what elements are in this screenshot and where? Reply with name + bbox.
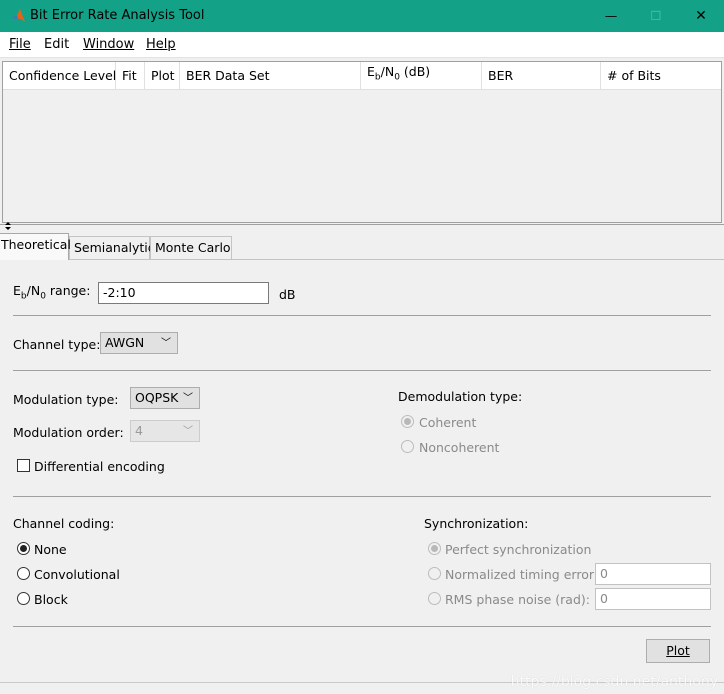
differential-encoding-label: Differential encoding xyxy=(34,459,165,474)
column-num-bits[interactable]: # of Bits xyxy=(601,62,721,90)
title-bar: Bit Error Rate Analysis Tool — ☐ ✕ xyxy=(0,0,724,32)
column-plot[interactable]: Plot xyxy=(145,62,180,90)
splitter-arrows-icon xyxy=(5,222,11,230)
table-header: Confidence Level Fit Plot BER Data Set E… xyxy=(3,62,721,90)
rms-phase-noise-input[interactable]: 0 xyxy=(595,588,711,610)
plot-button-label: Plot xyxy=(666,643,690,658)
column-fit[interactable]: Fit xyxy=(116,62,145,90)
modulation-order-label: Modulation order: xyxy=(13,425,124,440)
channel-type-label: Channel type: xyxy=(13,337,101,352)
demodulation-type-label: Demodulation type: xyxy=(398,389,523,404)
chevron-down-icon: ﹀ xyxy=(183,393,193,404)
rms-phase-noise-radio[interactable] xyxy=(428,592,441,605)
results-table[interactable]: Confidence Level Fit Plot BER Data Set E… xyxy=(2,61,722,223)
menu-file[interactable]: File xyxy=(9,37,31,52)
matlab-icon xyxy=(10,8,26,24)
column-confidence-level[interactable]: Confidence Level xyxy=(3,62,116,90)
ebno-range-e: E xyxy=(13,283,21,298)
column-ber[interactable]: BER xyxy=(482,62,601,90)
synchronization-label: Synchronization: xyxy=(424,516,529,531)
divider xyxy=(13,315,711,316)
coding-convolutional-label: Convolutional xyxy=(34,567,120,582)
menu-edit-label: Edit xyxy=(44,37,70,52)
coherent-radio[interactable] xyxy=(401,415,414,428)
channel-type-select[interactable]: AWGN ﹀ xyxy=(100,332,178,354)
plot-button[interactable]: Plot xyxy=(646,639,710,663)
noncoherent-label: Noncoherent xyxy=(419,440,500,455)
coding-block-radio[interactable] xyxy=(17,592,30,605)
coding-convolutional-radio[interactable] xyxy=(17,567,30,580)
divider xyxy=(13,626,711,627)
menu-edit[interactable]: Edit xyxy=(44,37,69,52)
rms-phase-noise-label: RMS phase noise (rad): xyxy=(445,592,590,607)
watermark: https://blog.csdn.net/anthony xyxy=(510,674,718,690)
tab-monte-carlo[interactable]: Monte Carlo xyxy=(150,236,232,259)
differential-encoding-checkbox[interactable] xyxy=(17,459,30,472)
radio-dot xyxy=(431,545,438,552)
tab-theoretical[interactable]: Theoretical xyxy=(0,233,71,260)
coding-block-label: Block xyxy=(34,592,68,607)
coding-none-radio[interactable] xyxy=(17,542,30,555)
timing-error-input[interactable]: 0 xyxy=(595,563,711,585)
close-button[interactable]: ✕ xyxy=(678,0,724,32)
minimize-button[interactable]: — xyxy=(588,0,634,32)
timing-error-label: Normalized timing error: xyxy=(445,567,598,582)
modulation-type-value: OQPSK xyxy=(135,390,179,405)
chevron-down-icon: ﹀ xyxy=(183,426,193,437)
column-ber-data-set[interactable]: BER Data Set xyxy=(180,62,361,90)
ebno-n: /N xyxy=(380,64,395,79)
divider xyxy=(13,370,711,371)
window-title: Bit Error Rate Analysis Tool xyxy=(30,8,205,23)
radio-dot xyxy=(20,545,27,552)
modulation-order-value: 4 xyxy=(135,423,143,438)
menu-file-label: File xyxy=(9,37,31,52)
ebno-range-n: /N xyxy=(26,283,41,298)
ebno-e: E xyxy=(367,64,375,79)
noncoherent-radio[interactable] xyxy=(401,440,414,453)
timing-error-radio[interactable] xyxy=(428,567,441,580)
menu-help-label: Help xyxy=(146,37,176,52)
modulation-order-select[interactable]: 4 ﹀ xyxy=(130,420,200,442)
ebno-range-input[interactable]: -2:10 xyxy=(98,282,269,304)
modulation-type-select[interactable]: OQPSK ﹀ xyxy=(130,387,200,409)
divider xyxy=(13,496,711,497)
tab-semianalytic[interactable]: Semianalytic xyxy=(69,236,155,259)
channel-coding-label: Channel coding: xyxy=(13,516,115,531)
menu-bar: File Edit Window Help xyxy=(0,32,724,58)
perfect-sync-label: Perfect synchronization xyxy=(445,542,592,557)
radio-dot xyxy=(404,418,411,425)
perfect-sync-radio[interactable] xyxy=(428,542,441,555)
menu-window[interactable]: Window xyxy=(83,37,134,52)
channel-type-value: AWGN xyxy=(105,335,145,350)
modulation-type-label: Modulation type: xyxy=(13,392,119,407)
coherent-label: Coherent xyxy=(419,415,477,430)
ebno-unit-label: dB xyxy=(279,287,296,302)
menu-window-label: Window xyxy=(83,37,135,52)
maximize-button[interactable]: ☐ xyxy=(633,0,679,32)
chevron-down-icon: ﹀ xyxy=(161,338,171,349)
ebno-range-text: range: xyxy=(45,283,91,298)
menu-help[interactable]: Help xyxy=(146,37,176,52)
coding-none-label: None xyxy=(34,542,67,557)
ebno-unit: (dB) xyxy=(399,64,431,79)
column-ebno[interactable]: Eb/N0 (dB) xyxy=(361,62,482,90)
splitter[interactable] xyxy=(0,222,724,230)
ebno-range-label: Eb/N0 range: xyxy=(13,283,90,302)
